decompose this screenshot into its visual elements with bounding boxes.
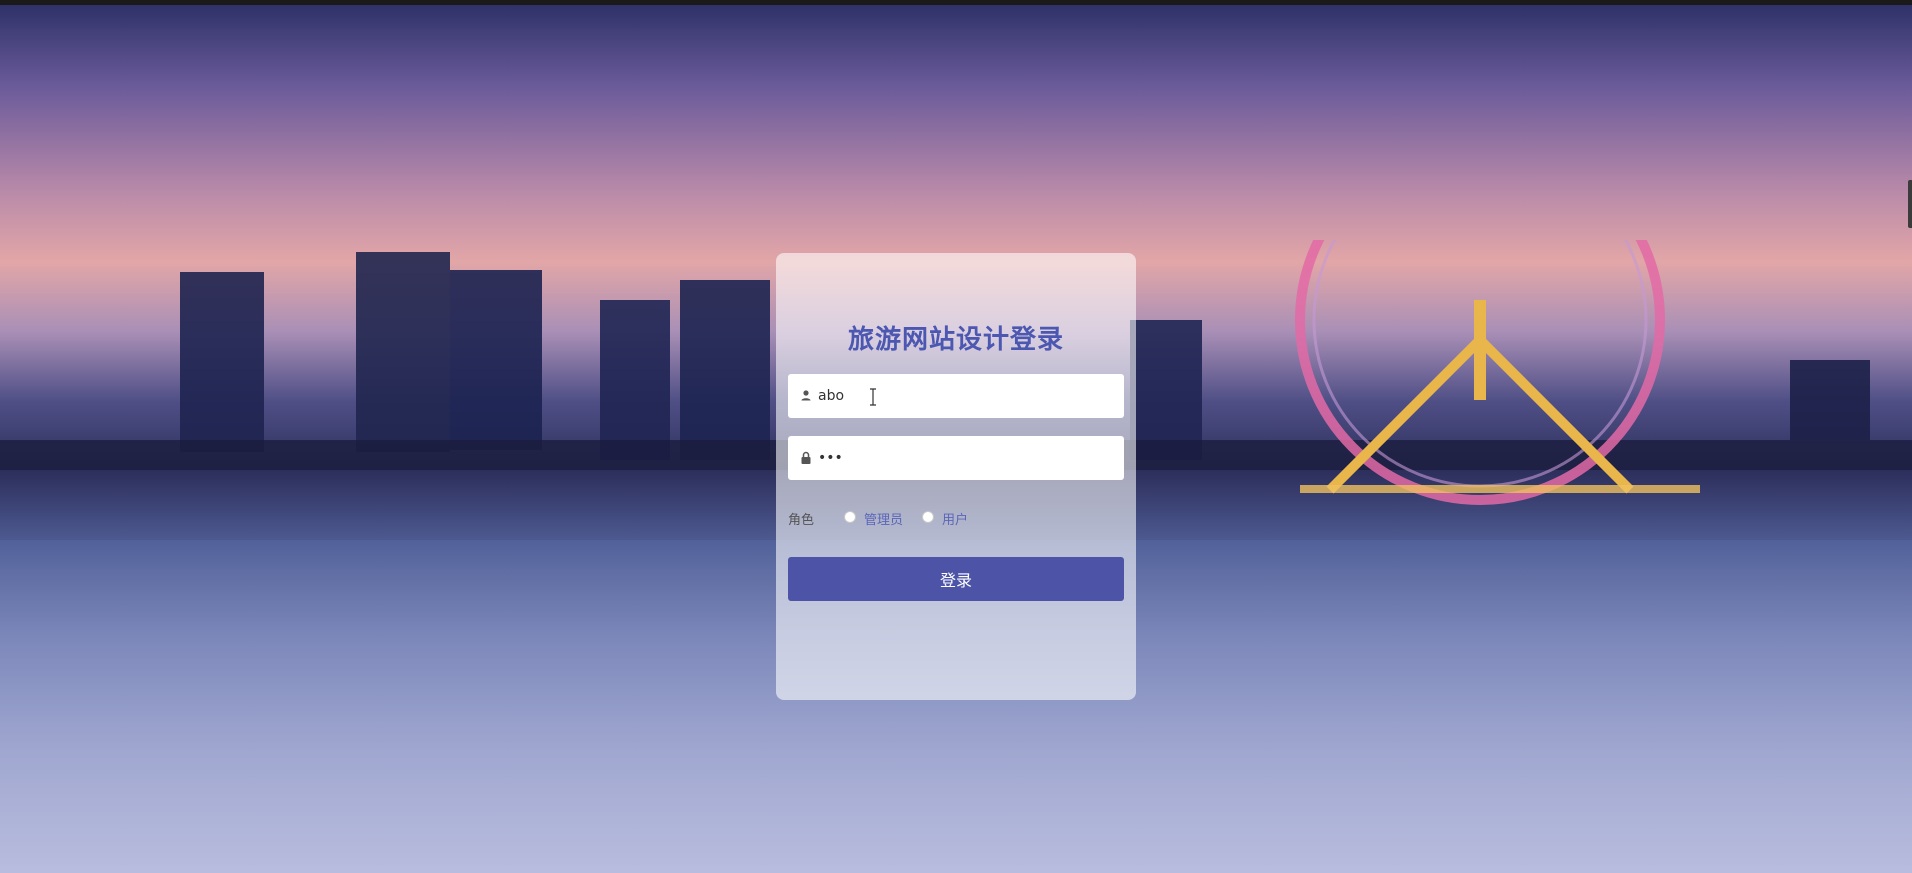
edge-tab — [1908, 180, 1912, 228]
username-field[interactable] — [788, 374, 1124, 418]
top-edge-bar — [0, 0, 1912, 5]
role-label: 角色 — [788, 513, 815, 528]
login-button[interactable]: 登录 — [788, 557, 1124, 601]
role-selector: 角色 管理员 用户 — [788, 507, 1124, 529]
login-page: 旅游网站设计登录 角色 管理员 用户 登录 — [0, 0, 1912, 873]
password-input[interactable] — [818, 436, 1114, 480]
lock-icon — [801, 451, 811, 464]
role-option-admin[interactable]: 管理员 — [864, 509, 903, 528]
user-icon — [801, 390, 811, 401]
username-input[interactable] — [818, 374, 1114, 418]
role-option-user[interactable]: 用户 — [942, 509, 968, 528]
password-field[interactable] — [788, 436, 1124, 480]
role-radio-user[interactable] — [922, 511, 934, 523]
role-radio-admin[interactable] — [844, 511, 856, 523]
text-cursor-icon — [870, 388, 876, 406]
login-title: 旅游网站设计登录 — [847, 325, 1064, 355]
login-card: 旅游网站设计登录 角色 管理员 用户 登录 — [776, 253, 1136, 700]
